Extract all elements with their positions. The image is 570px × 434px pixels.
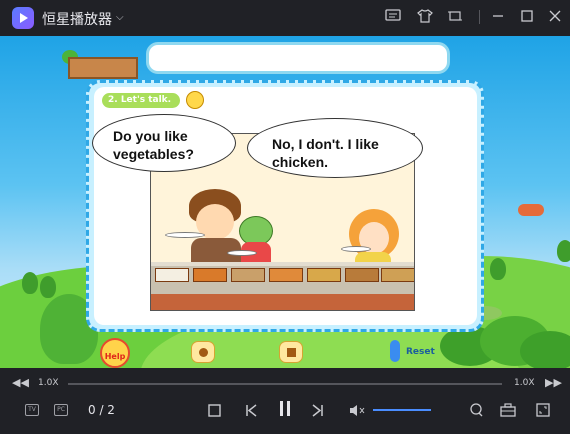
small-tree (22, 272, 38, 294)
stop-button[interactable] (279, 341, 303, 363)
maximize-icon[interactable] (518, 9, 536, 27)
pc-label: PC (57, 406, 65, 413)
app-logo-icon (12, 7, 34, 29)
volume-icon[interactable] (349, 402, 365, 421)
top-text-box (146, 42, 450, 74)
bush (520, 331, 570, 368)
app-title[interactable]: 恒星播放器 (42, 9, 112, 29)
player-controls: ◀◀ 1.0X 1.0X ▶▶ TV PC 0 / 2 (0, 368, 570, 434)
fast-forward-icon[interactable]: ▶▶ (545, 376, 562, 389)
food-tray (381, 268, 414, 282)
stop-icon (287, 348, 296, 357)
airplane-icon (518, 204, 544, 216)
small-tree (557, 240, 570, 262)
food-tray (231, 268, 265, 282)
toolbox-icon[interactable] (500, 402, 516, 421)
tv-icon[interactable]: TV (25, 404, 39, 416)
lesson-tag: 2. Let's talk. (102, 93, 180, 108)
page-count: 0 / 2 (88, 403, 115, 417)
subtitle-icon[interactable] (384, 9, 402, 27)
video-area[interactable]: 2. Let's talk. Do you like vegetables? N… (0, 36, 570, 368)
lesson-mascot-icon (186, 91, 204, 109)
help-label: Help (104, 352, 126, 361)
volume-slider[interactable] (373, 409, 431, 411)
plate (165, 232, 205, 238)
close-icon[interactable] (546, 9, 564, 27)
titlebar-divider (479, 10, 480, 24)
player-window: 恒星播放器 ⌵ 2. Let's talk. Do you like veget… (0, 0, 570, 434)
speech-bubble-girl: No, I don't. I like chicken. (247, 118, 423, 178)
counter-base (151, 294, 414, 310)
food-tray (269, 268, 303, 282)
food-tray (345, 268, 379, 282)
small-tree (490, 258, 506, 280)
bubble-line: vegetables? (113, 146, 194, 162)
small-tree (40, 276, 56, 298)
plate (227, 250, 257, 256)
mini-mode-icon[interactable] (446, 9, 464, 27)
speed-left[interactable]: 1.0X (38, 378, 58, 388)
help-button[interactable]: Help (100, 338, 130, 368)
next-icon[interactable] (311, 402, 324, 421)
pause-icon[interactable] (278, 400, 292, 421)
pc-icon[interactable]: PC (54, 404, 68, 416)
food-tray (155, 268, 189, 282)
bubble-line: Do you like (113, 128, 188, 144)
reset-label: Reset (406, 347, 435, 357)
tv-label: TV (28, 406, 36, 413)
wooden-sign (68, 57, 138, 79)
rewind-icon[interactable]: ◀◀ (12, 376, 29, 389)
speed-right[interactable]: 1.0X (514, 378, 534, 388)
screenshot-icon[interactable] (468, 402, 484, 421)
fullscreen-icon[interactable] (536, 402, 550, 421)
progress-bar[interactable] (68, 383, 502, 385)
skin-icon[interactable] (416, 9, 434, 27)
food-tray (193, 268, 227, 282)
previous-icon[interactable] (245, 402, 258, 421)
bubble-line: No, I don't. I like (272, 136, 379, 152)
bubble-line: chicken. (272, 154, 329, 170)
food-tray (307, 268, 341, 282)
record-icon (199, 348, 208, 357)
record-button[interactable] (191, 341, 215, 363)
speech-bubble-boy: Do you like vegetables? (92, 114, 236, 172)
stop-icon[interactable] (208, 402, 221, 421)
title-bar: 恒星播放器 ⌵ (0, 0, 570, 36)
reset-button[interactable]: Reset (388, 338, 435, 364)
chevron-down-icon[interactable]: ⌵ (116, 12, 124, 23)
minimize-icon[interactable] (489, 9, 507, 27)
plate (341, 246, 371, 252)
